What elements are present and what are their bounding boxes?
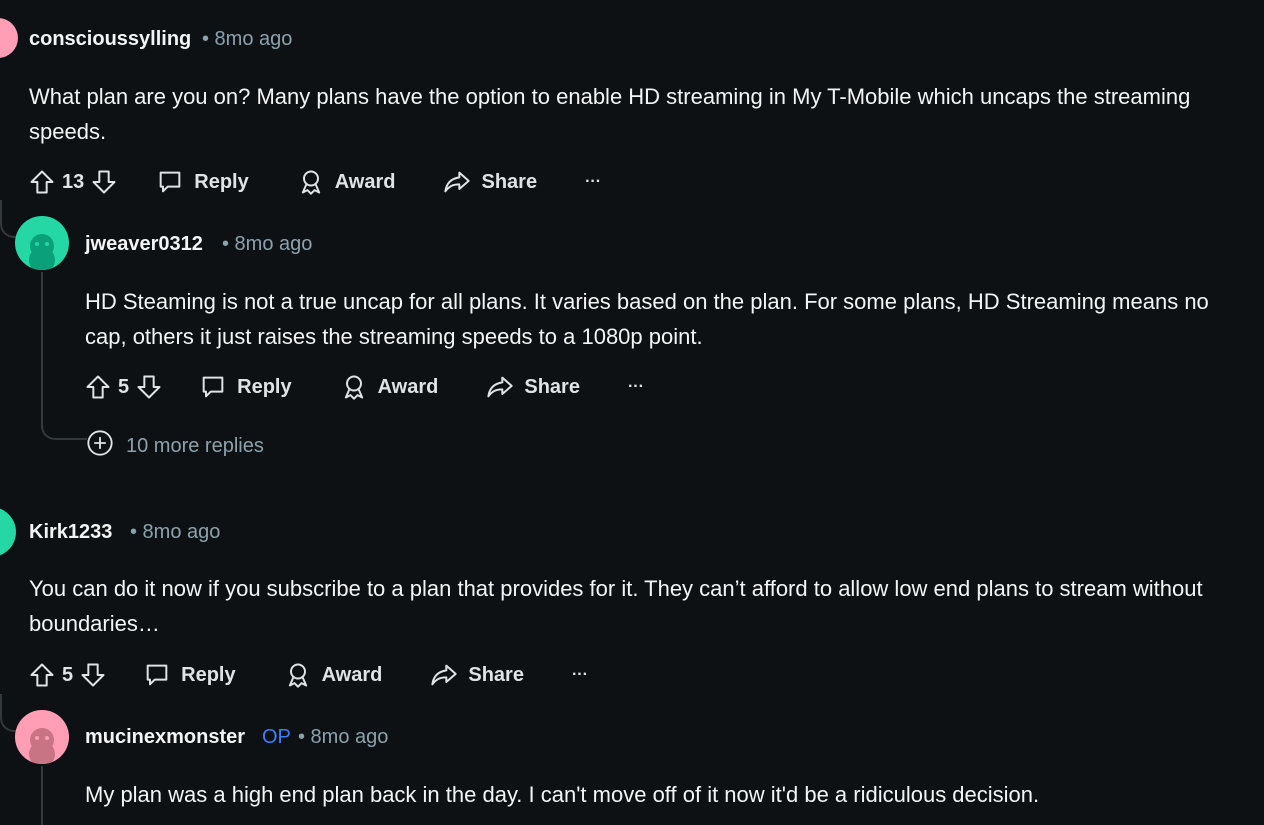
award-button[interactable]: Award (297, 168, 396, 196)
reply-button[interactable]: Reply (143, 661, 236, 689)
comment-timestamp: • 8mo ago (298, 726, 389, 748)
thread-connector (41, 420, 87, 440)
vote-control: 13 (28, 168, 118, 196)
comment-timestamp: • 8mo ago (202, 28, 293, 50)
award-icon (340, 373, 368, 401)
share-button[interactable]: Share (443, 168, 537, 196)
comment-author[interactable]: Kirk1233 (29, 521, 112, 544)
comment-author[interactable]: mucinexmonster (85, 726, 245, 749)
comment-actions: 5 Reply Award Share ··· (84, 367, 644, 407)
reply-label: Reply (194, 170, 249, 193)
comment-timestamp: • 8mo ago (222, 233, 313, 255)
downvote-icon[interactable] (79, 661, 107, 689)
upvote-icon[interactable] (84, 373, 112, 401)
reply-button[interactable]: Reply (199, 373, 292, 401)
more-replies-label: 10 more replies (126, 434, 264, 457)
comment-actions: 5 Reply Award Share ··· (28, 655, 588, 695)
award-label: Award (321, 663, 383, 686)
thread-line[interactable] (41, 272, 43, 428)
share-icon (486, 373, 514, 401)
reply-button[interactable]: Reply (156, 168, 249, 196)
comment-body: What plan are you on? Many plans have th… (29, 84, 1191, 144)
upvote-icon[interactable] (28, 168, 56, 196)
comment-body: My plan was a high end plan back in the … (85, 782, 1040, 807)
comment-author[interactable]: conscioussylling (29, 28, 191, 51)
share-icon (430, 661, 458, 689)
award-button[interactable]: Award (284, 661, 383, 689)
reply-icon (156, 168, 184, 196)
avatar[interactable] (15, 216, 69, 270)
vote-count: 5 (118, 375, 130, 398)
op-badge: OP (262, 726, 291, 748)
more-options-button[interactable]: ··· (585, 173, 601, 191)
downvote-icon[interactable] (90, 168, 118, 196)
reply-icon (199, 373, 227, 401)
comment-author[interactable]: jweaver0312 (85, 233, 203, 256)
share-label: Share (481, 170, 538, 193)
more-options-button[interactable]: ··· (572, 666, 588, 684)
award-label: Award (334, 170, 396, 193)
more-icon: ··· (571, 666, 588, 683)
share-button[interactable]: Share (430, 661, 524, 689)
vote-count: 5 (62, 663, 74, 686)
downvote-icon[interactable] (135, 373, 163, 401)
more-icon: ··· (585, 173, 602, 190)
share-label: Share (524, 375, 580, 398)
vote-control: 5 (28, 661, 107, 689)
share-icon (443, 168, 471, 196)
award-label: Award (377, 375, 439, 398)
award-icon (284, 661, 312, 689)
comment-actions: 13 Reply Award Share ··· (28, 162, 601, 202)
avatar[interactable] (15, 710, 69, 764)
thread-connector (0, 200, 16, 238)
award-icon (297, 168, 325, 196)
reply-icon (143, 661, 171, 689)
comment-body: HD Steaming is not a true uncap for all … (85, 289, 1209, 349)
plus-circle-icon (86, 429, 114, 463)
share-label: Share (468, 663, 524, 686)
reply-label: Reply (181, 663, 236, 686)
more-options-button[interactable]: ··· (628, 378, 644, 396)
upvote-icon[interactable] (28, 661, 56, 689)
avatar[interactable] (0, 18, 18, 58)
comment-timestamp: • 8mo ago (130, 521, 221, 543)
vote-control: 5 (84, 373, 163, 401)
more-replies-button[interactable]: 10 more replies (86, 429, 264, 463)
more-icon: ··· (627, 378, 644, 395)
share-button[interactable]: Share (486, 373, 580, 401)
reply-label: Reply (237, 375, 292, 398)
thread-connector (0, 694, 16, 732)
comment-body: You can do it now if you subscribe to a … (29, 576, 1203, 636)
vote-count: 13 (62, 170, 85, 193)
thread-line[interactable] (41, 766, 43, 825)
award-button[interactable]: Award (340, 373, 439, 401)
avatar[interactable] (0, 507, 16, 557)
